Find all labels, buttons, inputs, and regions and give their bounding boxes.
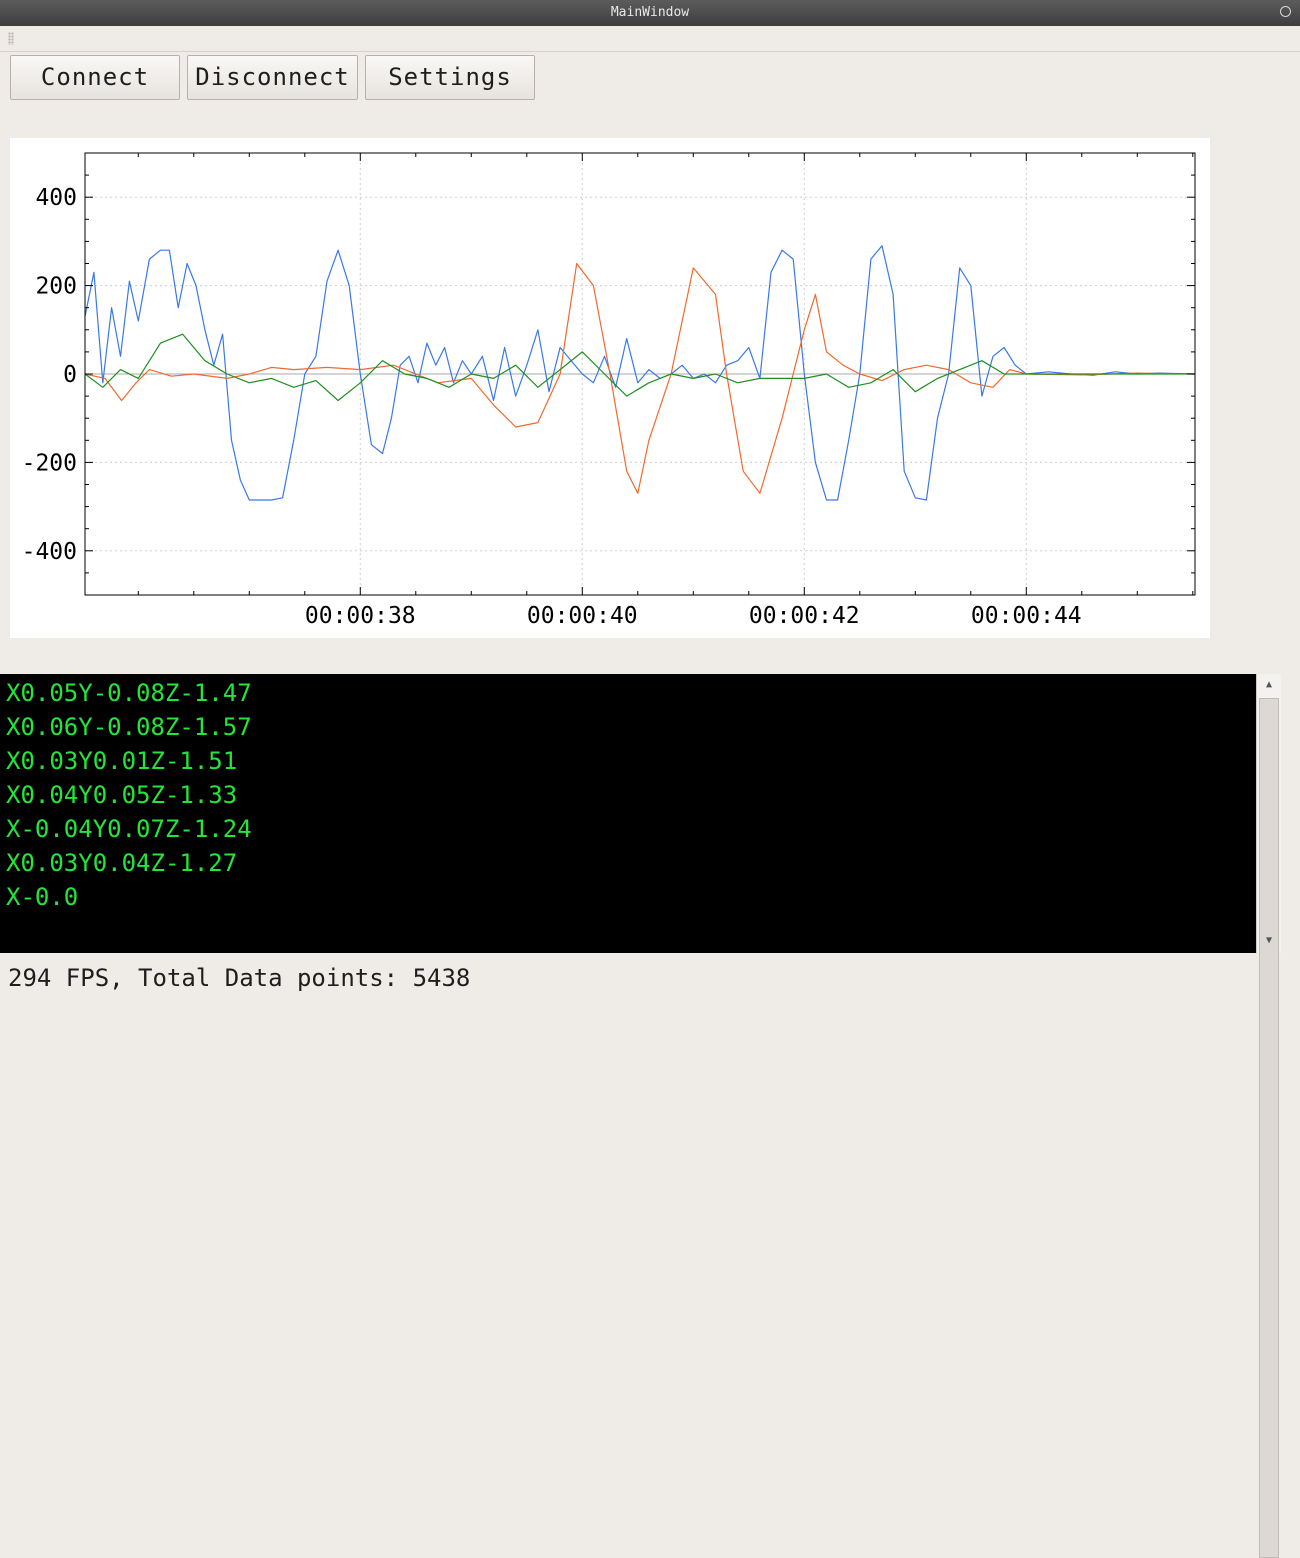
serial-console[interactable]: X0.05Y-0.08Z-1.47 X0.06Y-0.08Z-1.57 X0.03Y… [0,674,1256,953]
series-line [84,262,1196,494]
console-line: X0.03Y0.04Z-1.27 [6,849,238,877]
y-tick-label: 400 [35,185,77,211]
console-line: X0.04Y0.05Z-1.33 [6,781,238,809]
console-line: X0.05Y-0.08Z-1.47 [6,679,252,707]
y-tick-label: -400 [22,539,77,565]
line-chart[interactable]: 400 200 0 -200 -400 00:00:38 00:00:40 00:00:42 0… [10,138,1210,638]
console-line: X0.03Y0.01Z-1.51 [6,747,238,775]
x-tick-label: 00:00:44 [971,603,1082,629]
toolbar-strip [0,26,1300,52]
arrow-down-icon[interactable]: ▼ [1257,930,1281,952]
series-line [84,333,1195,402]
console-line: X-0.0 [6,883,79,911]
window-titlebar: MainWindow [0,0,1300,26]
grip-icon[interactable] [8,32,14,45]
y-tick-label: 200 [35,274,77,300]
x-tick-label: 00:00:40 [527,603,638,629]
scroll-thumb[interactable] [1259,698,1279,1558]
console-line: X-0.04Y0.07Z-1.24 [6,815,252,843]
x-tick-label: 00:00:38 [305,603,416,629]
disconnect-button[interactable]: Disconnect [187,55,358,100]
window-title: MainWindow [610,5,690,20]
settings-button[interactable]: Settings [365,55,535,100]
console-line: X0.06Y-0.08Z-1.57 [6,713,252,741]
y-tick-label: -200 [22,450,77,476]
x-tick-label: 00:00:42 [749,603,860,629]
plot-panel[interactable]: 400 200 0 -200 -400 00:00:38 00:00:40 00:00:42 0… [10,138,1210,638]
arrow-up-icon[interactable]: ▲ [1257,674,1281,696]
status-bar: 294 FPS, Total Data points: 5438 [8,964,471,992]
console-scrollbar[interactable]: ▲ ▼ [1256,674,1281,1558]
y-tick-label: 0 [63,362,77,388]
circle-close-icon[interactable] [1280,6,1291,17]
connect-button[interactable]: Connect [10,55,180,100]
